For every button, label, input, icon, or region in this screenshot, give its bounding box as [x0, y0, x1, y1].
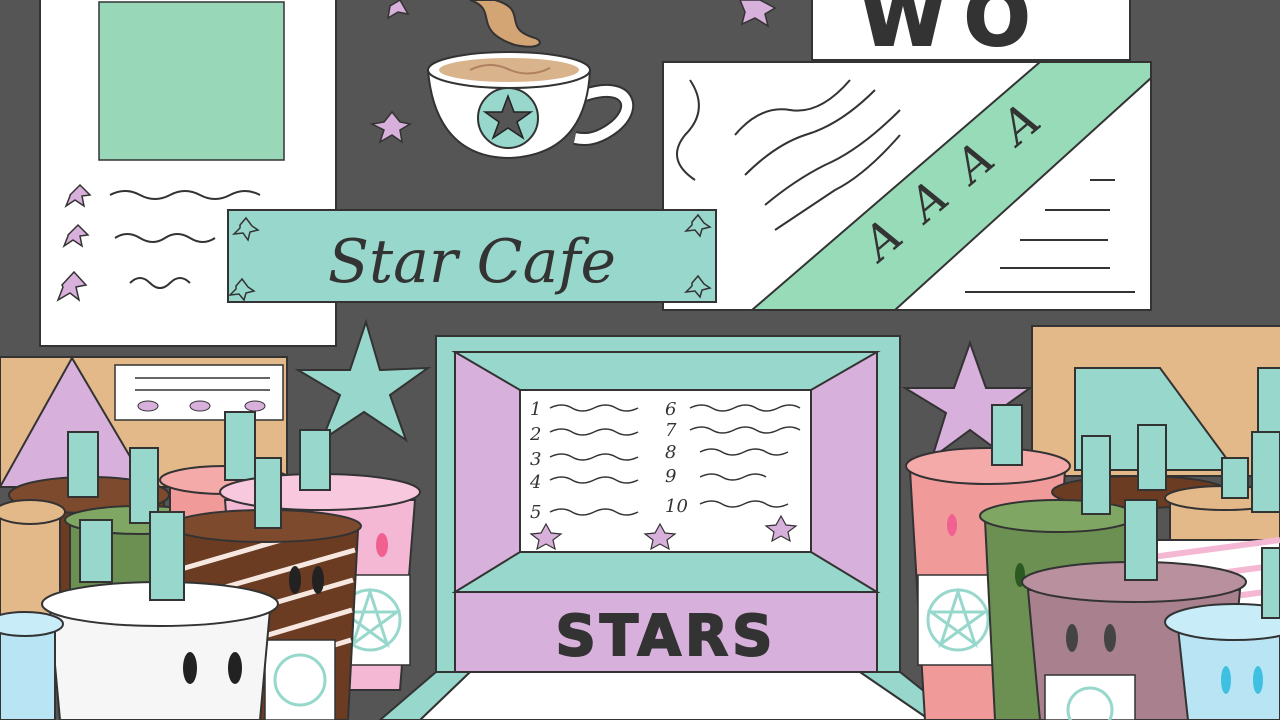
- cafe-sign: Star Cafe: [227, 209, 717, 303]
- menu-number: 5: [530, 502, 541, 523]
- poster-image: [98, 1, 285, 161]
- menu-number: 4: [529, 472, 541, 493]
- menu-number: 3: [530, 449, 541, 470]
- menu-number: 8: [665, 442, 676, 463]
- poster-right: A A A A: [662, 61, 1152, 311]
- star-cafe-scene: WO A A A A Star Cafe 1 2 3 4 5 6 7 8 9 1…: [0, 0, 1280, 720]
- counter: [378, 671, 962, 720]
- menu-number: 2: [529, 424, 541, 445]
- poster-letters: WO: [860, 0, 1048, 64]
- menu-number: 7: [665, 420, 677, 441]
- poster-top-right: WO: [811, 0, 1131, 65]
- cup-blue-left: [0, 611, 64, 720]
- menu-board: 1 2 3 4 5 6 7 8 9 10 STARS: [435, 335, 901, 673]
- menu-number: 9: [665, 466, 676, 487]
- menu-brand: STARS: [556, 604, 777, 669]
- menu-number: 1: [530, 399, 541, 420]
- sign-title: Star Cafe: [328, 227, 616, 297]
- menu-number: 10: [665, 496, 688, 517]
- menu-number: 6: [665, 399, 676, 420]
